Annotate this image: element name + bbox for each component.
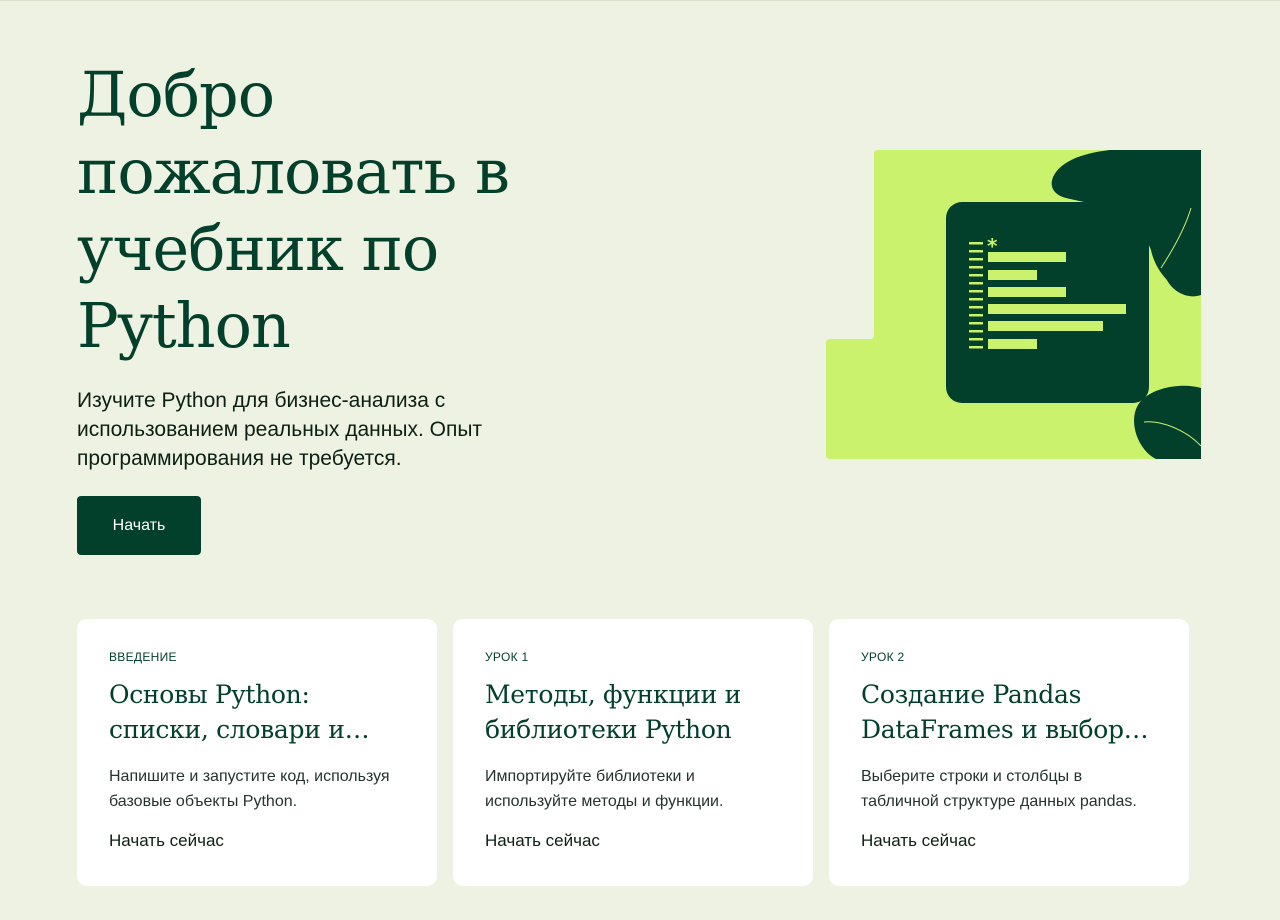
- card-kicker: УРОК 2: [861, 650, 905, 664]
- card-title: Основы Python: списки, словари и функции: [109, 680, 345, 744]
- card-title: Создание Pandas DataFrames и выборка дан…: [861, 680, 1154, 744]
- start-now-link[interactable]: Начать сейчас: [861, 831, 976, 851]
- card-kicker: ВВЕДЕНИЕ: [109, 650, 177, 664]
- editor-panel: [946, 202, 1149, 403]
- code-editor-illustration: *: [826, 150, 1201, 459]
- lesson-card-2[interactable]: УРОК 2 Создание Pandas DataFrames и выбо…: [829, 619, 1189, 886]
- lesson-card-intro[interactable]: ВВЕДЕНИЕ Основы Python: списки, словари …: [77, 619, 437, 886]
- card-description: Напишите и запустите код, используя базо…: [109, 768, 390, 810]
- card-description: Выберите строки и столбцы в табличной ст…: [861, 768, 1137, 810]
- start-now-link[interactable]: Начать сейчас: [485, 831, 600, 851]
- card-kicker: УРОК 1: [485, 650, 529, 664]
- lesson-card-1[interactable]: УРОК 1 Методы, функции и библиотеки Pyth…: [453, 619, 813, 886]
- top-divider: [0, 0, 1280, 1]
- start-now-link[interactable]: Начать сейчас: [109, 831, 224, 851]
- start-button[interactable]: Начать: [77, 496, 201, 555]
- card-description: Импортируйте библиотеки и используйте ме…: [485, 768, 724, 810]
- hero-title: Добро пожаловать в учебник по Python: [77, 58, 510, 362]
- card-title: Методы, функции и библиотеки Python: [485, 680, 741, 744]
- hero-subtitle: Изучите Python для бизнес-анализа с испо…: [77, 389, 483, 470]
